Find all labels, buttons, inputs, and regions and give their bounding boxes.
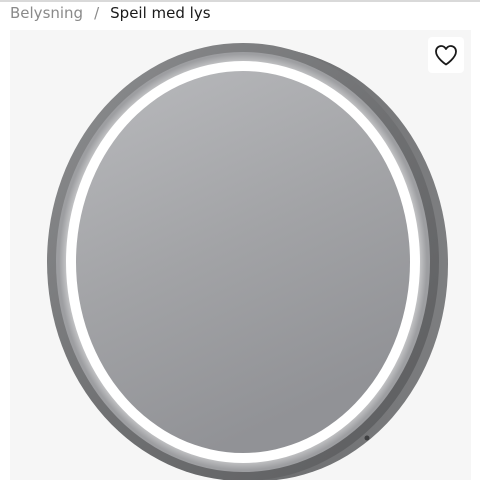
breadcrumb: Belysning / Speil med lys — [10, 2, 211, 24]
breadcrumb-link-belysning[interactable]: Belysning — [10, 4, 83, 22]
mirror-sensor-dot — [364, 435, 370, 441]
mirror-surface — [76, 71, 410, 453]
breadcrumb-current: Speil med lys — [110, 4, 211, 22]
product-image-gallery[interactable] — [10, 30, 471, 480]
breadcrumb-separator: / — [94, 4, 100, 22]
wishlist-button[interactable] — [428, 37, 464, 73]
product-image — [47, 43, 448, 480]
heart-icon — [435, 45, 457, 66]
